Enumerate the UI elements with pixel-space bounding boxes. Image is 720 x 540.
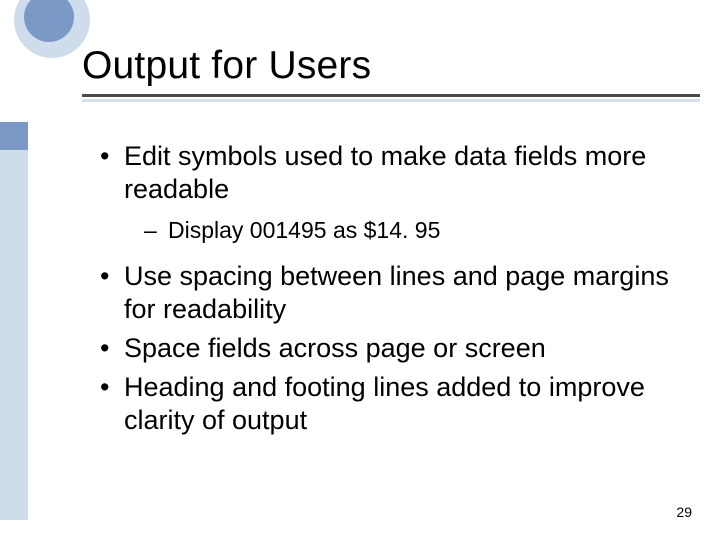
- bullet-item: Use spacing between lines and page margi…: [96, 260, 680, 326]
- page-number: 29: [676, 504, 692, 520]
- bullet-list: Edit symbols used to make data fields mo…: [96, 140, 680, 436]
- title-area: Output for Users: [82, 44, 700, 97]
- bullet-text: Use spacing between lines and page margi…: [124, 261, 669, 324]
- bullet-item: Edit symbols used to make data fields mo…: [96, 140, 680, 246]
- bullet-item: Heading and footing lines added to impro…: [96, 371, 680, 437]
- slide-title: Output for Users: [82, 44, 700, 97]
- bullet-text: Space fields across page or screen: [124, 333, 546, 363]
- left-accent-dark: [0, 122, 28, 150]
- sub-bullet-list: Display 001495 as $14. 95: [124, 216, 680, 246]
- bullet-text: Heading and footing lines added to impro…: [124, 372, 645, 435]
- sub-bullet-text: Display 001495 as $14. 95: [168, 217, 440, 243]
- content-area: Edit symbols used to make data fields mo…: [96, 140, 680, 442]
- bullet-item: Space fields across page or screen: [96, 332, 680, 365]
- sub-bullet-item: Display 001495 as $14. 95: [138, 216, 680, 246]
- title-underline-accent: [82, 99, 700, 102]
- bullet-text: Edit symbols used to make data fields mo…: [124, 141, 646, 204]
- left-accent-light: [0, 150, 28, 520]
